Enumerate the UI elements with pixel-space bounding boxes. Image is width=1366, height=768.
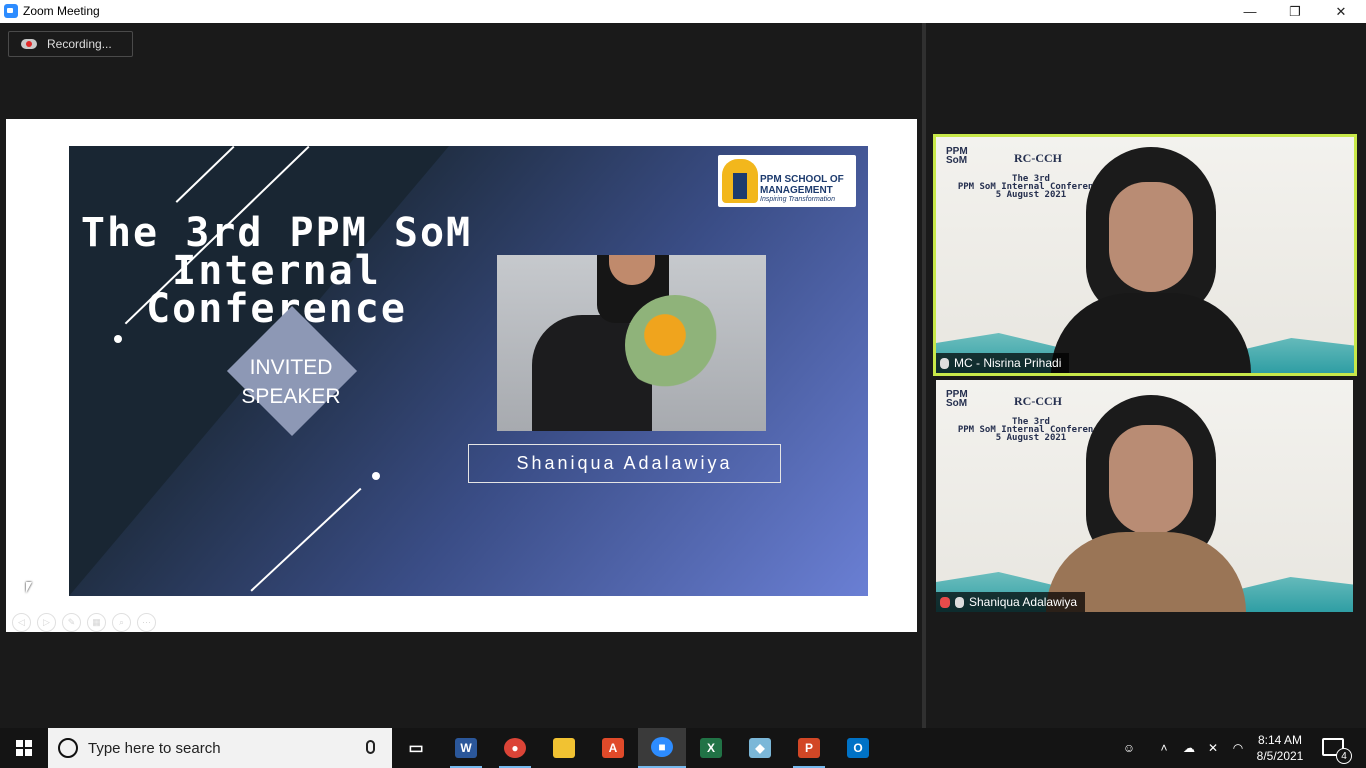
participant-video-tile[interactable]: PPM SoM RC-CCH The 3rd PPM SoM Internal C… xyxy=(936,380,1353,612)
taskbar-app-word[interactable]: W xyxy=(442,728,490,768)
participant-body xyxy=(1051,293,1251,373)
ppm-logo-mark xyxy=(722,159,758,203)
photo-flowers xyxy=(625,295,725,395)
taskbar-clock[interactable]: 8:14 AM 8/5/2021 xyxy=(1250,732,1310,764)
folder-icon: ▬ xyxy=(553,738,575,758)
grid-icon[interactable]: ▦ xyxy=(87,613,106,632)
participant-name-tag: MC - Nisrina Prihadi xyxy=(936,353,1070,373)
zoom-icon: ■ xyxy=(651,737,673,757)
participant-face xyxy=(1109,182,1193,292)
maximize-button[interactable]: ❐ xyxy=(1272,0,1318,23)
invited-speaker-label: INVITED SPEAKER xyxy=(221,353,361,411)
zoom-icon[interactable]: ⌕ xyxy=(112,613,131,632)
search-icon xyxy=(58,738,78,758)
notes-app-icon: ◆ xyxy=(749,738,771,758)
slide-decor-dot xyxy=(114,335,122,343)
wifi-icon[interactable]: ◠ xyxy=(1230,740,1246,756)
conference-title-line2: Internal Conference xyxy=(146,248,407,332)
next-slide-icon[interactable]: ▷ xyxy=(37,613,56,632)
muted-mic-icon xyxy=(940,596,950,608)
windows-taskbar: Type here to search ▭ W ● ▬ A ■ X ◆ P O … xyxy=(0,728,1366,768)
badge-line1: INVITED xyxy=(249,356,333,379)
pen-icon[interactable]: ✎ xyxy=(62,613,81,632)
ppm-logo: PPM SCHOOL OF MANAGEMENT Inspiring Trans… xyxy=(718,155,856,207)
microphone-icon[interactable] xyxy=(366,740,375,754)
action-center-icon[interactable]: 4 xyxy=(1322,738,1352,764)
clock-time: 8:14 AM xyxy=(1257,733,1303,747)
window-title-bar: Zoom Meeting — ❐ ✕ xyxy=(0,0,1366,23)
onedrive-error-icon[interactable]: ☁ xyxy=(1181,740,1197,756)
taskbar-app-chrome[interactable]: ● xyxy=(491,728,539,768)
mic-icon xyxy=(940,357,949,369)
participant-face xyxy=(1109,425,1193,535)
participant-name: MC - Nisrina Prihadi xyxy=(954,356,1062,370)
tile-logo: PPM SoM xyxy=(946,389,968,409)
taskbar-app-excel[interactable]: X xyxy=(687,728,735,768)
recording-indicator[interactable]: Recording... xyxy=(8,31,133,57)
search-placeholder: Type here to search xyxy=(88,739,221,757)
conference-title-line1: The 3rd PPM SoM xyxy=(80,210,473,256)
network-disconnected-icon[interactable]: ✕ xyxy=(1205,740,1221,756)
task-view-icon: ▭ xyxy=(408,740,424,757)
badge-line2: SPEAKER xyxy=(241,385,341,408)
powerpoint-icon: P xyxy=(798,738,820,758)
close-button[interactable]: ✕ xyxy=(1318,0,1364,23)
window-title: Zoom Meeting xyxy=(23,4,100,18)
acrobat-icon: A xyxy=(602,738,624,758)
people-icon[interactable]: ☺ xyxy=(1121,740,1137,756)
logo-line2: MANAGEMENT xyxy=(760,185,833,196)
taskbar-search-box[interactable]: Type here to search xyxy=(48,728,392,768)
start-button[interactable] xyxy=(0,728,48,768)
slide-decor-dot xyxy=(372,472,380,480)
word-icon: W xyxy=(455,738,477,758)
slide-toolbar: ◁ ▷ ✎ ▦ ⌕ ⋯ xyxy=(12,613,156,632)
task-view-button[interactable]: ▭ xyxy=(392,728,440,768)
excel-icon: X xyxy=(700,738,722,758)
taskbar-app-powerpoint[interactable]: P xyxy=(785,728,833,768)
logo-line1: PPM SCHOOL OF xyxy=(760,174,844,185)
zoom-app-icon xyxy=(4,4,18,18)
conference-title: The 3rd PPM SoM Internal Conference xyxy=(69,210,484,332)
shared-screen: The 3rd PPM SoM Internal Conference INVI… xyxy=(6,119,917,632)
outlook-icon: O xyxy=(847,738,869,758)
windows-logo-icon xyxy=(16,740,32,756)
chevron-up-icon[interactable]: ˄ xyxy=(1156,740,1172,756)
presentation-slide: The 3rd PPM SoM Internal Conference INVI… xyxy=(69,146,868,596)
taskbar-app-outlook[interactable]: O xyxy=(834,728,882,768)
taskbar-app-zoom[interactable]: ■ xyxy=(638,728,686,768)
previous-slide-icon[interactable]: ◁ xyxy=(12,613,31,632)
logo-tagline: Inspiring Transformation xyxy=(760,196,835,203)
participant-name: Shaniqua Adalawiya xyxy=(969,595,1078,609)
speaker-photo xyxy=(497,255,766,431)
tile-logo: PPM SoM xyxy=(946,146,968,166)
main-share-area: Recording... The 3rd PPM SoM Internal Co… xyxy=(0,23,922,728)
tile-rc-text: RC-CCH xyxy=(1014,151,1062,165)
taskbar-app-notes[interactable]: ◆ xyxy=(736,728,784,768)
taskbar-app-file-explorer[interactable]: ▬ xyxy=(540,728,588,768)
clock-date: 8/5/2021 xyxy=(1256,749,1304,763)
chrome-icon: ● xyxy=(504,738,526,758)
notification-count: 4 xyxy=(1336,748,1352,764)
tile-rc-text: RC-CCH xyxy=(1014,394,1062,408)
recording-cloud-icon xyxy=(21,39,37,49)
speaker-name-box: Shaniqua Adalawiya xyxy=(468,444,781,483)
pin-icon xyxy=(955,596,964,608)
minimize-button[interactable]: — xyxy=(1227,0,1273,23)
more-icon[interactable]: ⋯ xyxy=(137,613,156,632)
taskbar-app-acrobat[interactable]: A xyxy=(589,728,637,768)
mouse-cursor-icon xyxy=(26,582,32,593)
participant-video-tile[interactable]: PPM SoM RC-CCH The 3rd PPM SoM Internal C… xyxy=(933,134,1357,376)
recording-label: Recording... xyxy=(47,37,112,51)
participant-name-tag: Shaniqua Adalawiya xyxy=(936,592,1086,612)
